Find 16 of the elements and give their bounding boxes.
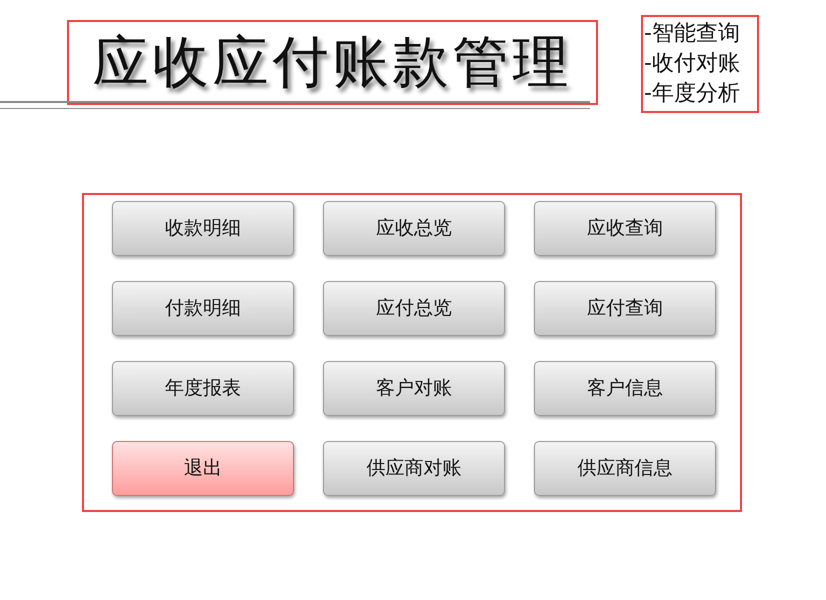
- menu-button[interactable]: 年度报表: [112, 361, 294, 416]
- title-banner: 应收应付账款管理: [67, 20, 598, 105]
- menu-button[interactable]: 应付总览: [323, 281, 505, 336]
- feature-item: -智能查询: [644, 20, 741, 48]
- menu-button[interactable]: 应收总览: [323, 201, 505, 256]
- menu-button[interactable]: 应付查询: [534, 281, 716, 336]
- menu-button[interactable]: 付款明细: [112, 281, 294, 336]
- exit-button[interactable]: 退出: [112, 441, 294, 496]
- feature-item: -年度分析: [644, 80, 741, 108]
- feature-item: -收付对账: [644, 50, 741, 78]
- menu-button[interactable]: 应收查询: [534, 201, 716, 256]
- menu-button[interactable]: 客户信息: [534, 361, 716, 416]
- menu-button[interactable]: 供应商信息: [534, 441, 716, 496]
- menu-button[interactable]: 供应商对账: [323, 441, 505, 496]
- menu-button[interactable]: 客户对账: [323, 361, 505, 416]
- menu-button[interactable]: 收款明细: [112, 201, 294, 256]
